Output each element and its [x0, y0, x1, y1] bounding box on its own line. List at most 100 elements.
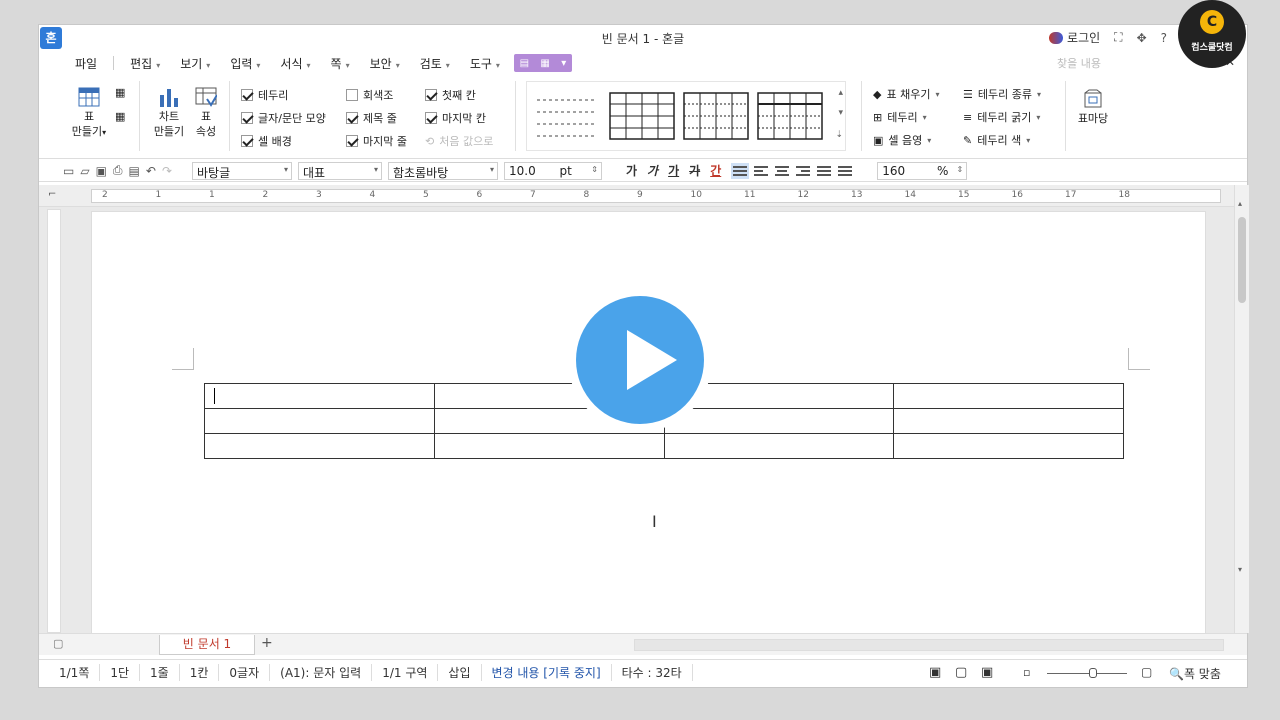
tab-list-icon[interactable]: ▢ — [53, 637, 63, 650]
ruler-corner-icon[interactable]: ⌐ — [48, 189, 56, 200]
make-chart-button[interactable]: 차트 만들기 — [149, 87, 189, 139]
horizontal-ruler[interactable]: 2 1 1 2 3 4 5 6 7 8 9 10 11 12 13 14 15 16 17 18 — [91, 189, 1221, 203]
view-web-icon[interactable]: ▢ — [955, 665, 967, 680]
style-select[interactable]: 바탕글 ▾ — [192, 161, 292, 180]
border-type-button[interactable]: ☰ 테두리 종류 ▾ — [963, 86, 1041, 102]
horizontal-scrollbar[interactable] — [634, 639, 1224, 651]
help-search-input[interactable]: 찾을 내용 — [1057, 55, 1187, 71]
check-grayscale[interactable]: 회색조 — [346, 87, 393, 103]
scroll-down-icon[interactable]: ▾ — [1238, 565, 1242, 574]
menu-label: 도구 — [469, 56, 492, 71]
redo-icon[interactable]: ↷ — [162, 164, 172, 178]
align-center-icon[interactable] — [773, 163, 791, 179]
align-left-icon[interactable] — [752, 163, 770, 179]
table-style-grid-header[interactable] — [757, 92, 823, 140]
menu-edit[interactable]: 편집 ▾ — [120, 55, 170, 72]
check-last-row[interactable]: 마지막 줄 — [346, 133, 407, 149]
bold-button[interactable]: 가 — [626, 162, 637, 179]
status-page[interactable]: 1/1쪽 — [39, 664, 101, 681]
check-label: 회색조 — [363, 89, 394, 102]
table-context-tab[interactable]: ▤ ▦ ▾ — [513, 54, 572, 72]
gallery-scroll-down[interactable]: ▾ — [838, 108, 843, 118]
table-style-grid-dashed[interactable] — [683, 92, 749, 140]
status-insert-mode[interactable]: 삽입 — [438, 664, 482, 681]
strike-button[interactable]: 가 — [689, 162, 700, 179]
print-icon[interactable]: ⎙ — [113, 163, 123, 178]
login-button[interactable]: 로그인 — [1049, 29, 1100, 46]
table-cell[interactable] — [893, 433, 1124, 459]
menu-insert[interactable]: 입력 ▾ — [220, 55, 270, 72]
menu-tools[interactable]: 도구 ▾ — [460, 55, 510, 72]
align-right-icon[interactable] — [794, 163, 812, 179]
italic-button[interactable]: 가 — [647, 162, 658, 179]
gallery-expand[interactable]: ⇣ — [835, 130, 843, 140]
table-cell[interactable] — [893, 408, 1124, 434]
menu-review[interactable]: 검토 ▾ — [410, 55, 460, 72]
scroll-thumb[interactable] — [1238, 217, 1246, 303]
make-table-button[interactable]: 표 만들기▾ — [65, 87, 113, 140]
align-distribute-icon[interactable] — [815, 163, 833, 179]
view-page-icon[interactable]: ▣ — [981, 665, 993, 680]
check-cell-bg[interactable]: 셀 배경 — [241, 133, 292, 149]
table-cell[interactable] — [893, 383, 1124, 409]
table-fill-button[interactable]: ◆ 표 채우기 ▾ — [873, 86, 939, 102]
underline-button[interactable]: 가 — [668, 162, 679, 179]
table-properties-button[interactable]: 표 속성 — [191, 87, 221, 139]
reset-default-button[interactable]: ⟲ 처음 값으로 — [425, 133, 493, 149]
view-normal-icon[interactable]: ▣ — [929, 665, 941, 680]
table-cell[interactable] — [433, 433, 665, 459]
zoom-in-icon[interactable]: ▢ — [1141, 665, 1152, 679]
check-last-col[interactable]: 마지막 칸 — [425, 110, 486, 126]
table-edit-icon[interactable]: ▦ — [115, 85, 125, 100]
menu-view[interactable]: 보기 ▾ — [170, 55, 220, 72]
border-button[interactable]: ⊞ 테두리 ▾ — [873, 109, 927, 125]
tab-document[interactable]: 빈 문서 1 — [159, 635, 255, 655]
check-title-row[interactable]: 제목 줄 — [346, 110, 397, 126]
save-icon[interactable]: ▣ — [96, 164, 107, 178]
undo-icon[interactable]: ↶ — [146, 164, 156, 178]
zoom-input[interactable]: 160 % ⇕ — [877, 161, 968, 180]
check-first-col[interactable]: 첫째 칸 — [425, 87, 476, 103]
table-cell[interactable] — [663, 433, 895, 459]
move-icon[interactable]: ✥ — [1137, 31, 1147, 45]
table-fill-icon[interactable]: ▦ — [115, 109, 125, 124]
scroll-up-icon[interactable]: ▴ — [1238, 199, 1242, 208]
cell-shade-button[interactable]: ▣ 셀 음영 ▾ — [873, 132, 931, 148]
table-style-dashed[interactable] — [535, 92, 601, 140]
table-madang-button[interactable]: 표마당 — [1073, 89, 1113, 126]
fullscreen-icon[interactable]: ⛶ — [1114, 30, 1122, 45]
fit-width-button[interactable]: 🔍폭 맞춤 — [1169, 665, 1221, 682]
menu-file[interactable]: 파일 — [65, 55, 107, 72]
border-color-button[interactable]: ✎ 테두리 색 ▾ — [963, 132, 1030, 148]
table-cell[interactable] — [204, 408, 435, 434]
preview-icon[interactable]: ▤ — [129, 164, 140, 178]
vertical-ruler[interactable] — [47, 209, 61, 633]
font-color-button[interactable]: 간 — [710, 162, 721, 179]
menu-format[interactable]: 서식 ▾ — [270, 55, 320, 72]
font-select[interactable]: 함초롬바탕 ▾ — [388, 161, 498, 180]
font-size-input[interactable]: 10.0 pt ⇕ — [504, 161, 602, 180]
zoom-out-icon[interactable]: ▫ — [1023, 666, 1030, 679]
gallery-scroll-up[interactable]: ▴ — [838, 88, 843, 98]
add-tab-button[interactable]: + — [261, 635, 273, 651]
new-document-icon[interactable]: ▭ — [63, 164, 74, 178]
status-track-changes[interactable]: 변경 내용 [기록 중지] — [482, 664, 612, 681]
menu-page[interactable]: 쪽 ▾ — [321, 55, 360, 72]
table-cell[interactable] — [204, 433, 435, 459]
table-cell[interactable] — [204, 383, 435, 409]
zoom-slider-handle[interactable] — [1089, 668, 1097, 678]
language-select[interactable]: 대표 ▾ — [298, 161, 382, 180]
table-style-grid[interactable] — [609, 92, 675, 140]
help-button[interactable]: ? — [1161, 31, 1167, 45]
table-cell[interactable] — [663, 408, 895, 434]
check-border[interactable]: 테두리 — [241, 87, 288, 103]
zoom-slider[interactable] — [1047, 668, 1127, 678]
open-folder-icon[interactable]: ▱ — [80, 164, 89, 178]
menu-security[interactable]: 보안 ▾ — [360, 55, 410, 72]
vertical-scrollbar[interactable]: ▴ ▾ — [1234, 185, 1249, 633]
check-char-para[interactable]: 글자/문단 모양 — [241, 110, 326, 126]
align-divide-icon[interactable] — [836, 163, 854, 179]
border-width-button[interactable]: ≡ 테두리 굵기 ▾ — [963, 109, 1040, 125]
play-button[interactable] — [568, 288, 712, 432]
align-justify-icon[interactable] — [731, 162, 750, 179]
